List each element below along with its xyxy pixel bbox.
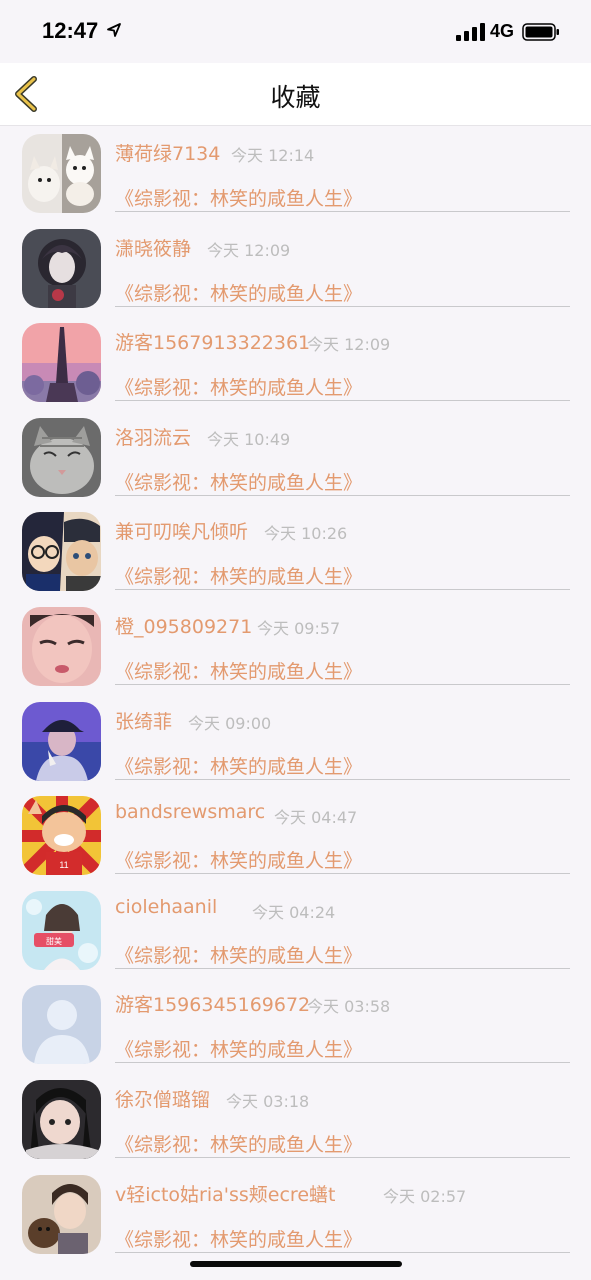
page-title: 收藏: [270, 83, 321, 112]
username: 橙_095809271: [115, 616, 253, 638]
list-item[interactable]: 橙_095809271 今天 09:57 《综影视：林笑的咸鱼人生》: [0, 599, 591, 693]
nav-bar: 收藏: [0, 63, 591, 126]
row-divider: [115, 495, 570, 496]
list-item[interactable]: 潇晓筱静 今天 12:09 《综影视：林笑的咸鱼人生》: [0, 221, 591, 315]
book-title-link[interactable]: 《综影视：林笑的咸鱼人生》: [115, 562, 362, 589]
avatar[interactable]: [22, 134, 101, 213]
row-divider: [115, 306, 570, 307]
status-bar: 12:47 4G: [0, 0, 591, 63]
timestamp: 今天 12:09: [207, 241, 291, 260]
book-title-link[interactable]: 《综影视：林笑的咸鱼人生》: [115, 1130, 362, 1157]
avatar[interactable]: 11: [22, 796, 101, 875]
timestamp: 今天 03:18: [226, 1092, 310, 1111]
list-item[interactable]: v轻icto姑ria'ss颊ecre蟮t 今天 02:57 《综影视：林笑的咸鱼人生…: [0, 1167, 591, 1261]
svg-text:甜美: 甜美: [46, 936, 62, 946]
username: 张绮菲: [115, 711, 173, 733]
timestamp: 今天 10:49: [207, 430, 291, 449]
svg-text:11: 11: [59, 860, 68, 870]
battery-icon: [522, 23, 559, 41]
username: 潇晓筱静: [115, 238, 192, 260]
row-divider: [115, 589, 570, 590]
timestamp: 今天 09:00: [188, 714, 272, 733]
row-divider: [115, 1062, 570, 1063]
home-indicator: [190, 1261, 402, 1267]
row-divider: [115, 968, 570, 969]
book-title-link[interactable]: 《综影视：林笑的咸鱼人生》: [115, 1225, 362, 1252]
book-title-link[interactable]: 《综影视：林笑的咸鱼人生》: [115, 373, 362, 400]
book-title-link[interactable]: 《综影视：林笑的咸鱼人生》: [115, 941, 362, 968]
list-item[interactable]: 甜美 ciolehaanil 今天 04:24 《综影视：林笑的咸鱼人生》: [0, 883, 591, 977]
list-item[interactable]: 徐尕僧璐镏 今天 03:18 《综影视：林笑的咸鱼人生》: [0, 1072, 591, 1166]
avatar[interactable]: [22, 1080, 101, 1159]
timestamp: 今天 04:24: [252, 903, 336, 922]
list-item[interactable]: 游客1567913322361 今天 12:09 《综影视：林笑的咸鱼人生》: [0, 315, 591, 409]
username: 薄荷绿7134: [115, 143, 221, 165]
username: 游客1596345169672: [115, 994, 311, 1016]
avatar[interactable]: [22, 607, 101, 686]
list-item[interactable]: 薄荷绿7134 今天 12:14 《综影视：林笑的咸鱼人生》: [0, 126, 591, 220]
avatar[interactable]: [22, 512, 101, 591]
timestamp: 今天 10:26: [264, 524, 348, 543]
network-label: 4G: [490, 21, 515, 41]
timestamp: 今天 03:58: [307, 997, 391, 1016]
avatar[interactable]: [22, 1175, 101, 1254]
row-divider: [115, 684, 570, 685]
book-title-link[interactable]: 《综影视：林笑的咸鱼人生》: [115, 752, 362, 779]
username: 兼可叨唉凡倾听: [115, 521, 249, 543]
username: ciolehaanil: [115, 896, 218, 918]
row-divider: [115, 779, 570, 780]
signal-icon: [456, 23, 485, 41]
book-title-link[interactable]: 《综影视：林笑的咸鱼人生》: [115, 468, 362, 495]
avatar[interactable]: 甜美: [22, 891, 101, 970]
row-divider: [115, 211, 570, 212]
username: 徐尕僧璐镏: [115, 1089, 211, 1111]
timestamp: 今天 12:14: [231, 146, 315, 165]
book-title-link[interactable]: 《综影视：林笑的咸鱼人生》: [115, 657, 362, 684]
timestamp: 今天 04:47: [274, 808, 358, 827]
list-item[interactable]: 洛羽流云 今天 10:49 《综影视：林笑的咸鱼人生》: [0, 410, 591, 504]
list-item[interactable]: 兼可叨唉凡倾听 今天 10:26 《综影视：林笑的咸鱼人生》: [0, 504, 591, 598]
list-item[interactable]: 游客1596345169672 今天 03:58 《综影视：林笑的咸鱼人生》: [0, 977, 591, 1071]
username: 洛羽流云: [115, 427, 192, 449]
row-divider: [115, 873, 570, 874]
book-title-link[interactable]: 《综影视：林笑的咸鱼人生》: [115, 846, 362, 873]
timestamp: 今天 09:57: [257, 619, 341, 638]
avatar[interactable]: [22, 323, 101, 402]
avatar[interactable]: [22, 985, 101, 1064]
avatar[interactable]: [22, 418, 101, 497]
row-divider: [115, 400, 570, 401]
username: v轻icto姑ria'ss颊ecre蟮t: [115, 1184, 336, 1206]
book-title-link[interactable]: 《综影视：林笑的咸鱼人生》: [115, 279, 362, 306]
timestamp: 今天 12:09: [307, 335, 391, 354]
row-divider: [115, 1157, 570, 1158]
avatar[interactable]: [22, 702, 101, 781]
book-title-link[interactable]: 《综影视：林笑的咸鱼人生》: [115, 184, 362, 211]
username: bandsrewsmarc: [115, 801, 266, 823]
username: 游客1567913322361: [115, 332, 311, 354]
row-divider: [115, 1252, 570, 1253]
location-arrow-icon: [107, 23, 121, 37]
book-title-link[interactable]: 《综影视：林笑的咸鱼人生》: [115, 1035, 362, 1062]
avatar[interactable]: [22, 229, 101, 308]
list-item[interactable]: 11 bandsrewsmarc 今天 04:47 《综影视：林笑的咸鱼人生》: [0, 788, 591, 882]
status-time: 12:47: [42, 18, 99, 43]
timestamp: 今天 02:57: [383, 1187, 467, 1206]
list-item[interactable]: 张绮菲 今天 09:00 《综影视：林笑的咸鱼人生》: [0, 694, 591, 788]
